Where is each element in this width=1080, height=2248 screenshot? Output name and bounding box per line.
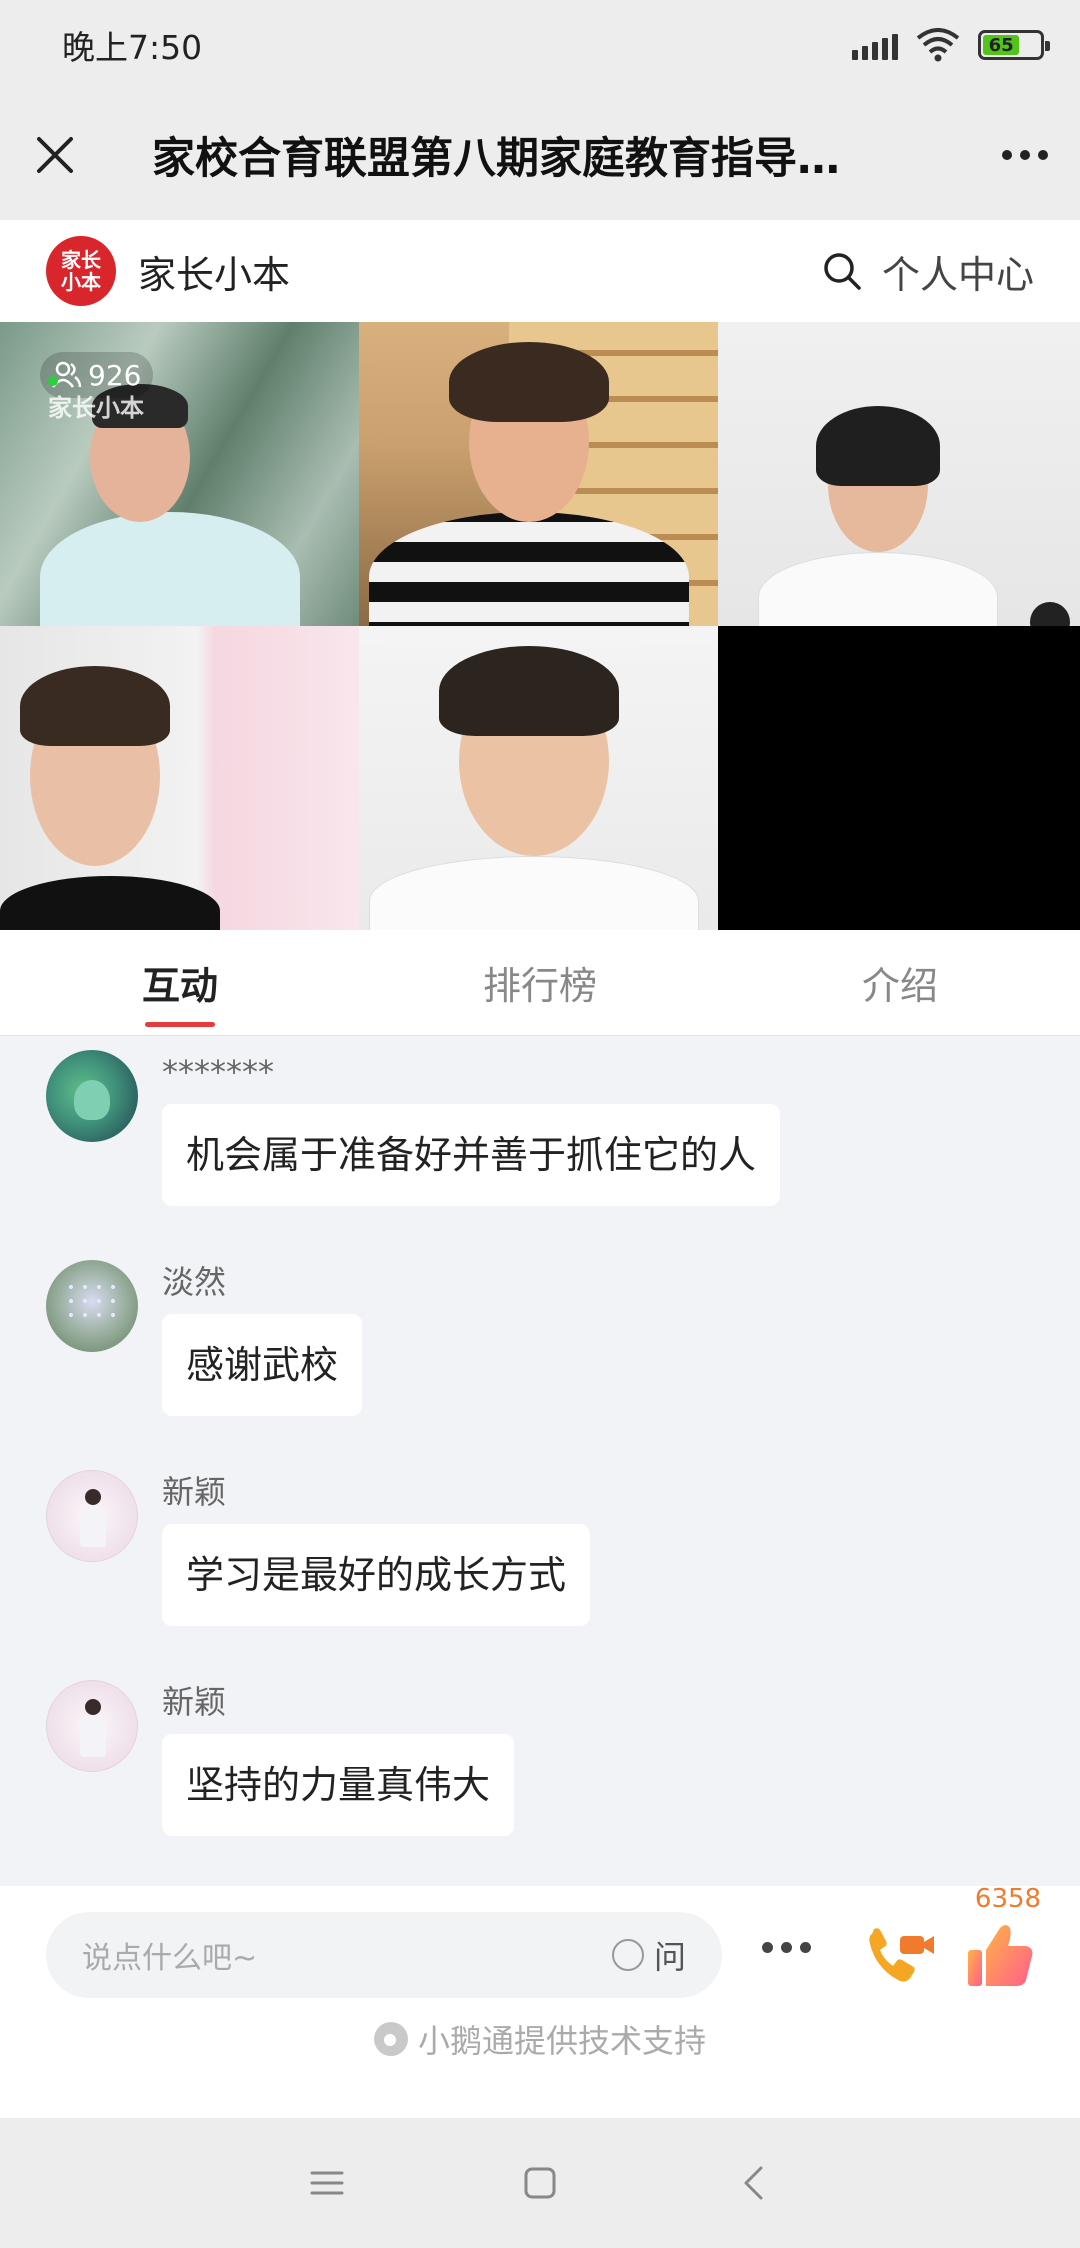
list-item: 新颖 坚持的力量真伟大 bbox=[46, 1680, 515, 1836]
close-button[interactable] bbox=[0, 90, 110, 220]
users-icon bbox=[52, 361, 82, 388]
ask-question-toggle[interactable]: 问 bbox=[611, 1932, 686, 1978]
message-author: ******* bbox=[162, 1053, 274, 1091]
page-title: 家校合育联盟第八期家庭教育指导… bbox=[152, 134, 840, 184]
message-body: 新颖 学习是最好的成长方式 bbox=[162, 1470, 591, 1626]
live-indicator bbox=[48, 376, 58, 386]
back-chevron-icon bbox=[744, 2166, 763, 2200]
person-hair bbox=[20, 666, 170, 746]
person-body bbox=[369, 856, 699, 930]
more-dot bbox=[1002, 150, 1012, 160]
message-body: 淡然 感谢武校 bbox=[162, 1260, 363, 1416]
header-actions: 个人中心 bbox=[822, 244, 1034, 299]
video-tile-6[interactable] bbox=[718, 626, 1080, 930]
avatar[interactable] bbox=[46, 1680, 138, 1772]
status-time: 晚上7:50 bbox=[62, 28, 203, 67]
person-body bbox=[758, 552, 998, 626]
home-square-icon bbox=[524, 2167, 556, 2199]
back-button[interactable] bbox=[723, 2153, 783, 2213]
more-dot bbox=[781, 1942, 792, 1953]
viewer-count: 926 bbox=[88, 358, 142, 392]
girl-figure-icon bbox=[85, 1699, 101, 1715]
video-tile-3[interactable] bbox=[718, 322, 1080, 626]
menu-button[interactable] bbox=[297, 2153, 357, 2213]
video-tile-1[interactable]: 926 家长小本 bbox=[0, 322, 359, 626]
tab-intro[interactable]: 介绍 bbox=[720, 930, 1080, 1035]
more-dot bbox=[800, 1942, 811, 1953]
xiaoe-logo-icon bbox=[373, 2022, 408, 2056]
more-options-button[interactable] bbox=[970, 90, 1080, 220]
flowers-icon bbox=[64, 1280, 120, 1320]
message-list[interactable]: ******* 机会属于准备好并善于抓住它的人 淡然 感谢武校 新颖 学习是最好… bbox=[0, 1036, 1080, 1886]
brand-name[interactable]: 家长小本 bbox=[138, 244, 290, 299]
person-body bbox=[40, 512, 300, 626]
message-bubble: 感谢武校 bbox=[162, 1314, 363, 1416]
input-area: 6358 说点什么吧~ 问 小鹅通提供技术支持 bbox=[0, 1884, 1080, 2118]
list-item: 淡然 感谢武校 bbox=[46, 1260, 363, 1416]
menu-icon bbox=[310, 2171, 344, 2195]
girl-dress-icon bbox=[80, 1715, 106, 1757]
battery-icon: 65 bbox=[978, 30, 1050, 60]
powered-by: 小鹅通提供技术支持 bbox=[0, 2016, 1080, 2062]
message-body: 新颖 坚持的力量真伟大 bbox=[162, 1680, 515, 1836]
battery-level: 65 bbox=[983, 34, 1020, 56]
video-tile-4[interactable] bbox=[0, 626, 359, 930]
person-hair bbox=[449, 342, 609, 422]
nav-bar: 家校合育联盟第八期家庭教育指导… bbox=[0, 90, 1080, 220]
video-call-icon[interactable] bbox=[858, 1916, 938, 1996]
person-hair bbox=[816, 406, 940, 486]
wifi-icon bbox=[916, 28, 960, 62]
list-item: 新颖 学习是最好的成长方式 bbox=[46, 1470, 591, 1626]
brand-header: 家长小本 家长小本 个人中心 bbox=[0, 220, 1080, 322]
avatar[interactable] bbox=[46, 1260, 138, 1352]
status-bar: 晚上7:50 65 bbox=[0, 0, 1080, 90]
video-tile-5[interactable] bbox=[359, 626, 718, 930]
video-grid: 926 家长小本 bbox=[0, 322, 1080, 930]
status-icons: 65 bbox=[852, 28, 1050, 62]
battery-percent: 65 bbox=[988, 34, 1014, 56]
tab-bar: 互动 排行榜 介绍 bbox=[0, 930, 1080, 1036]
ask-label: 问 bbox=[653, 1938, 686, 1976]
message-bubble: 机会属于准备好并善于抓住它的人 bbox=[162, 1104, 781, 1206]
system-nav-bar bbox=[0, 2118, 1080, 2248]
message-body: ******* 机会属于准备好并善于抓住它的人 bbox=[162, 1050, 781, 1206]
watermark: 家长小本 bbox=[48, 394, 144, 422]
person-body bbox=[0, 876, 220, 930]
video-tile-2[interactable] bbox=[359, 322, 718, 626]
more-dot bbox=[762, 1942, 773, 1953]
brand-logo-text: 家长小本 bbox=[61, 248, 101, 294]
message-bubble: 坚持的力量真伟大 bbox=[162, 1734, 515, 1836]
more-dot bbox=[1038, 150, 1048, 160]
like-count: 6358 bbox=[974, 1884, 1042, 1914]
person-hair bbox=[439, 646, 619, 736]
thumbs-up-icon[interactable] bbox=[960, 1916, 1040, 1996]
signal-icon bbox=[852, 30, 898, 60]
search-icon[interactable] bbox=[822, 251, 862, 291]
more-dot bbox=[1020, 150, 1030, 160]
more-actions-button[interactable] bbox=[762, 1942, 811, 1953]
microphone bbox=[1030, 602, 1070, 626]
powered-by-text: 小鹅通提供技术支持 bbox=[417, 2022, 706, 2060]
tab-interaction[interactable]: 互动 bbox=[0, 930, 360, 1035]
message-author: 淡然 bbox=[162, 1263, 227, 1301]
message-author: 新颖 bbox=[162, 1683, 227, 1721]
avatar[interactable] bbox=[46, 1050, 138, 1142]
comment-placeholder: 说点什么吧~ bbox=[82, 1941, 258, 1976]
personal-center-link[interactable]: 个人中心 bbox=[882, 244, 1034, 299]
radio-icon bbox=[611, 1939, 644, 1971]
message-author: 新颖 bbox=[162, 1473, 227, 1511]
close-icon bbox=[37, 137, 73, 173]
avatar[interactable] bbox=[46, 1470, 138, 1562]
girl-dress-icon bbox=[80, 1505, 106, 1547]
brand-logo[interactable]: 家长小本 bbox=[46, 236, 116, 306]
home-button[interactable] bbox=[510, 2153, 570, 2213]
comment-input[interactable]: 说点什么吧~ 问 bbox=[46, 1912, 722, 1998]
girl-figure-icon bbox=[85, 1489, 101, 1505]
message-bubble: 学习是最好的成长方式 bbox=[162, 1524, 591, 1626]
tab-ranking[interactable]: 排行榜 bbox=[360, 930, 720, 1035]
list-item: ******* 机会属于准备好并善于抓住它的人 bbox=[46, 1050, 781, 1206]
dragon-icon bbox=[74, 1080, 110, 1120]
